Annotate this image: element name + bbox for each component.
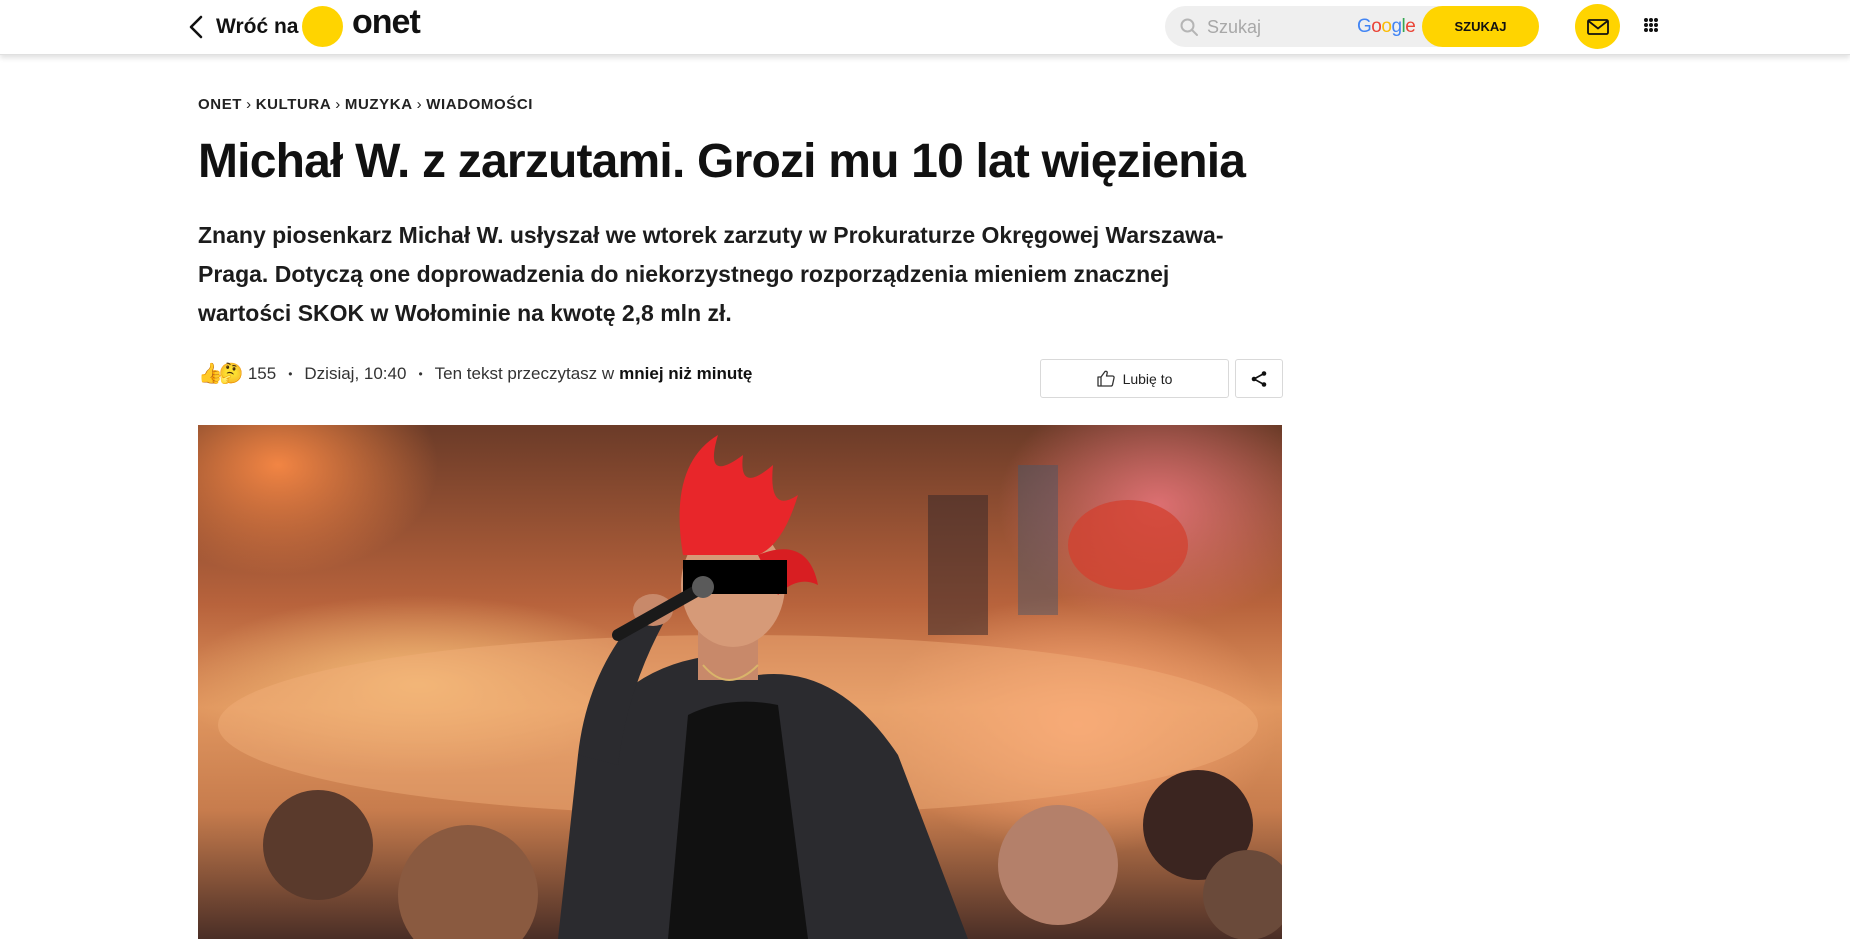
apps-grid-icon[interactable]: [1643, 17, 1659, 33]
google-o2: o: [1381, 16, 1392, 37]
article-lead: Znany piosenkarz Michał W. usłyszał we w…: [198, 222, 1224, 326]
onet-logo[interactable]: onet: [302, 3, 421, 47]
photo-illustration: [218, 435, 1282, 939]
reactions-count: 155: [247, 364, 277, 383]
breadcrumb: ONET › KULTURA › MUZYKA › WIADOMOŚCI: [198, 96, 533, 113]
logo-dot: [302, 6, 343, 47]
breadcrumb-separator: ›: [416, 96, 423, 113]
like-button[interactable]: Lubię to: [1040, 359, 1229, 398]
reactions[interactable]: 👍 🤔 155: [198, 364, 276, 384]
like-label: Lubię to: [1122, 370, 1173, 387]
article-photo: [198, 425, 1282, 939]
search-button[interactable]: SZUKAJ: [1422, 6, 1539, 47]
envelope-icon: [1586, 18, 1609, 35]
logo-text: onet: [352, 3, 421, 41]
article-title: Michał W. z zarzutami. Grozi mu 10 lat w…: [198, 135, 1246, 188]
google-g: G: [1357, 16, 1372, 37]
search-input[interactable]: [1205, 12, 1359, 42]
google-label: Google: [1357, 16, 1416, 38]
share-icon: [1251, 370, 1267, 387]
breadcrumb-wiadomosci[interactable]: WIADOMOŚCI: [426, 96, 533, 113]
share-button[interactable]: [1235, 359, 1283, 398]
breadcrumb-kultura[interactable]: KULTURA: [256, 96, 332, 113]
article-meta: 👍 🤔 155 • Dzisiaj, 10:40 • Ten tekst prz…: [198, 364, 752, 384]
meta-bullet: •: [418, 367, 423, 381]
breadcrumb-separator: ›: [246, 96, 252, 113]
mail-button[interactable]: [1575, 4, 1620, 49]
breadcrumb-separator: ›: [335, 96, 341, 113]
thumbs-up-icon: [1096, 370, 1115, 387]
back-to-onet-link[interactable]: Wróć na: [184, 14, 298, 40]
publish-time: Dzisiaj, 10:40: [304, 364, 407, 383]
search-icon: [1180, 18, 1198, 36]
google-o1: o: [1371, 16, 1382, 37]
chevron-left-icon: [189, 15, 203, 39]
back-label: Wróć na: [216, 15, 299, 38]
google-g2: g: [1391, 16, 1402, 37]
read-time-prefix: Ten tekst przeczytasz w: [434, 364, 615, 383]
breadcrumb-onet[interactable]: ONET: [198, 96, 242, 113]
read-time-value: mniej niż minutę: [619, 364, 753, 383]
google-e: e: [1405, 16, 1416, 37]
top-bar: Wróć na onet Google SZUKAJ: [0, 0, 1850, 55]
meta-bullet: •: [288, 367, 293, 381]
breadcrumb-muzyka[interactable]: MUZYKA: [345, 96, 413, 113]
thinking-emoji-icon: 🤔: [218, 363, 244, 385]
